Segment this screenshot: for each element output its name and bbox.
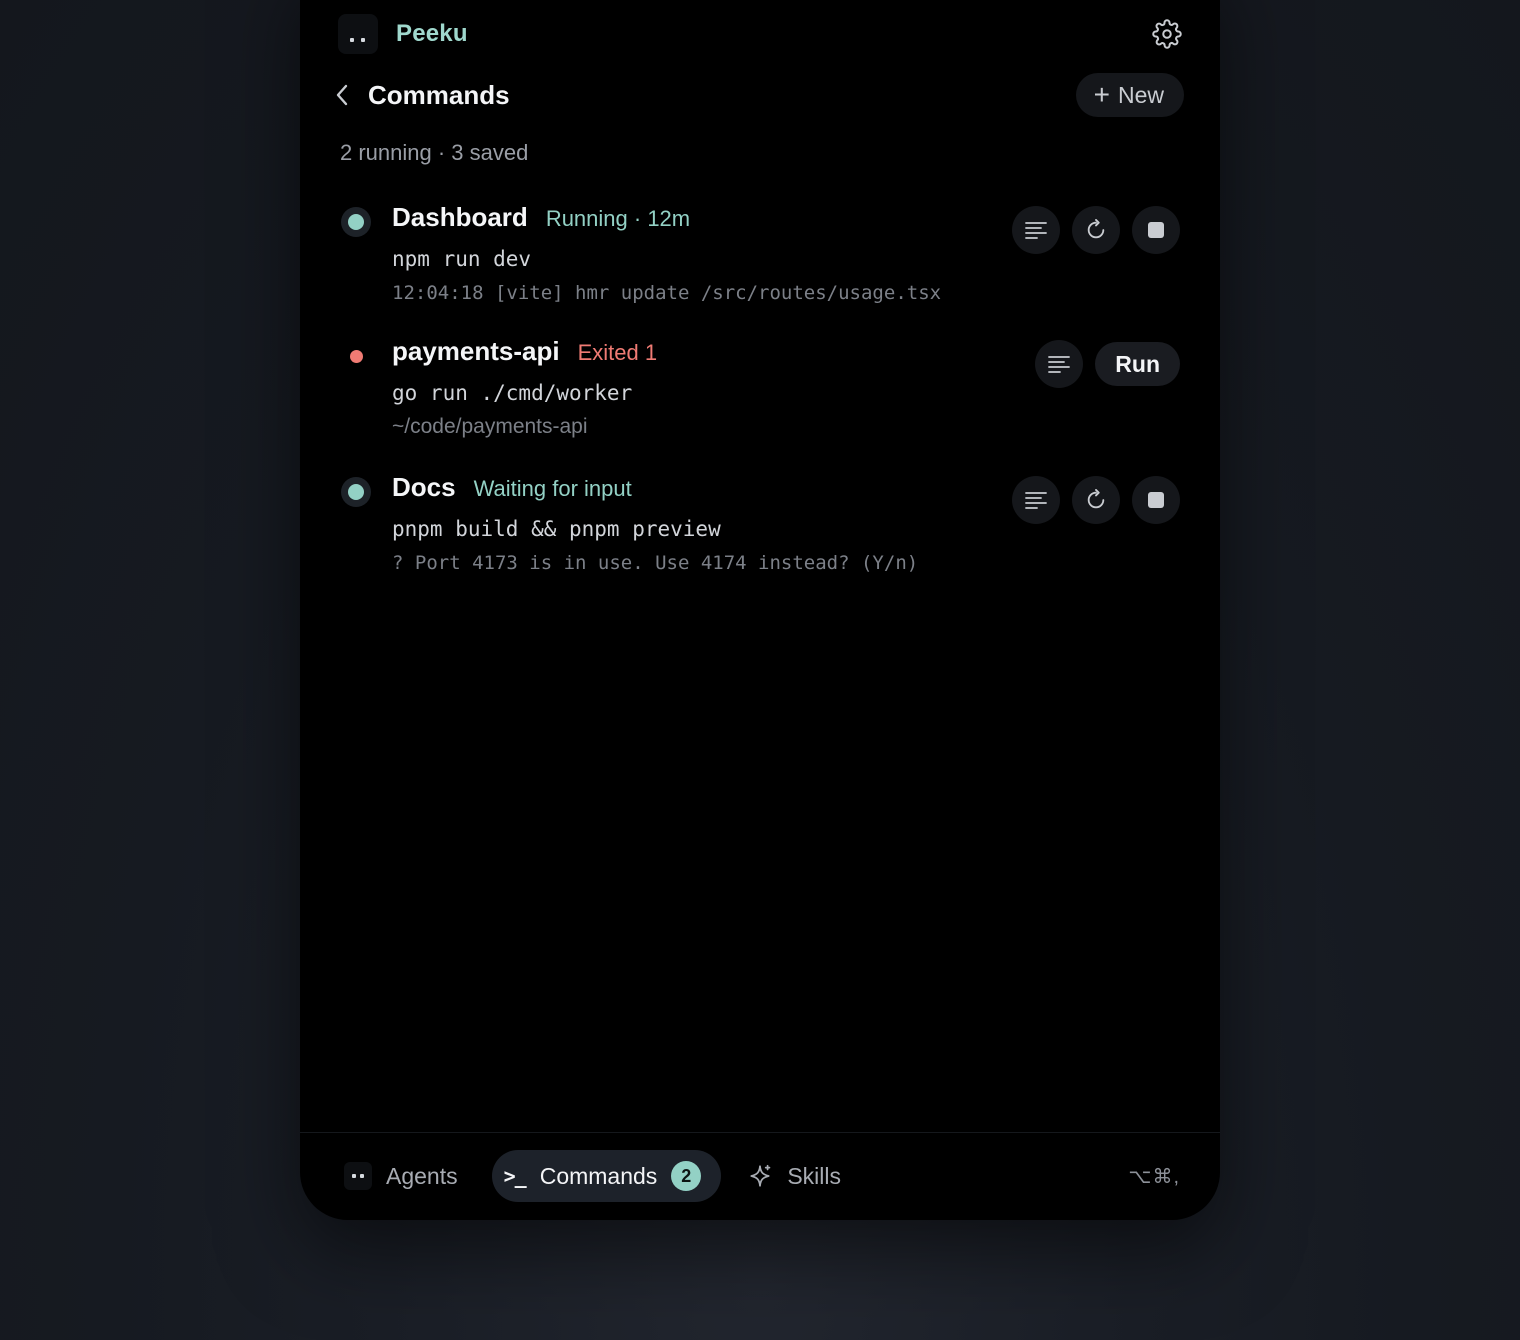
- command-body: Docs Waiting for input pnpm build && pnp…: [392, 472, 918, 578]
- plus-icon: +: [1093, 79, 1110, 110]
- nav-item-agents[interactable]: Agents: [332, 1150, 478, 1202]
- logo-eye-left: [350, 38, 354, 42]
- new-command-button[interactable]: + New: [1075, 73, 1184, 117]
- status-running-icon: [340, 206, 372, 238]
- command-actions: [1012, 206, 1180, 254]
- command-output: 12:04:18 [vite] hmr update /src/routes/u…: [392, 282, 942, 304]
- command-actions: [1012, 476, 1180, 524]
- run-button[interactable]: Run: [1095, 342, 1180, 386]
- bottom-divider: [300, 1132, 1220, 1133]
- stop-button[interactable]: [1132, 476, 1180, 524]
- terminal-prompt-icon: >_: [503, 1164, 527, 1188]
- page-title: Commands: [368, 79, 510, 110]
- command-text: go run ./cmd/worker: [392, 381, 633, 405]
- command-status: Waiting for input: [473, 476, 632, 501]
- command-body: payments-api Exited 1 go run ./cmd/worke…: [392, 336, 657, 442]
- sparkle-icon: [750, 1164, 771, 1187]
- settings-button[interactable]: [1150, 17, 1184, 51]
- command-text: pnpm build && pnpm preview: [392, 517, 721, 541]
- restart-icon: [1087, 489, 1105, 509]
- command-name: payments-api: [392, 336, 560, 366]
- agents-face-icon: [344, 1162, 372, 1190]
- command-item-dashboard[interactable]: Dashboard Running · 12m npm run dev 12:0…: [340, 202, 1180, 322]
- new-button-label: New: [1117, 81, 1164, 108]
- app-name: Peeku: [396, 20, 468, 47]
- nav-item-label: Skills: [787, 1162, 841, 1189]
- command-output: ? Port 4173 is in use. Use 4174 instead?…: [392, 552, 919, 574]
- logo-eye-right: [361, 38, 365, 42]
- logs-icon: [1025, 492, 1047, 509]
- stop-icon: [1148, 492, 1164, 508]
- logs-button[interactable]: [1012, 476, 1060, 524]
- nav-item-label: Commands: [539, 1162, 658, 1189]
- stop-button[interactable]: [1132, 206, 1180, 254]
- command-body: Dashboard Running · 12m npm run dev 12:0…: [392, 202, 941, 308]
- status-exited-icon: [340, 340, 372, 372]
- command-status: Running · 12m: [545, 206, 691, 231]
- command-directory: ~/code/payments-api: [392, 415, 588, 438]
- command-item-payments-api[interactable]: payments-api Exited 1 go run ./cmd/worke…: [340, 336, 1180, 456]
- top-bar: Peeku: [338, 12, 1184, 56]
- restart-button[interactable]: [1072, 476, 1120, 524]
- chevron-left-icon: [336, 84, 348, 106]
- logs-button[interactable]: [1035, 340, 1084, 388]
- running-count-badge: 2: [671, 1161, 702, 1191]
- command-text: npm run dev: [392, 247, 532, 271]
- gear-icon: [1152, 19, 1182, 49]
- logs-icon: [1048, 356, 1071, 373]
- logs-icon: [1025, 222, 1047, 239]
- command-name: Docs: [392, 472, 456, 502]
- command-item-docs[interactable]: Docs Waiting for input pnpm build && pnp…: [340, 472, 1180, 592]
- command-status: Exited 1: [577, 340, 658, 365]
- command-actions: Run: [1035, 340, 1180, 388]
- page-header: Commands + New: [332, 72, 1184, 118]
- bottom-nav: Agents >_ Commands 2 Skills ⌥⌘,: [332, 1150, 1180, 1202]
- status-waiting-icon: [340, 476, 372, 508]
- commands-panel: Peeku Commands + New 2 running · 3 saved: [300, 0, 1220, 1220]
- nav-item-label: Agents: [386, 1162, 458, 1189]
- logs-button[interactable]: [1012, 206, 1060, 254]
- nav-item-skills[interactable]: Skills: [735, 1150, 861, 1202]
- settings-shortcut-hint: ⌥⌘,: [1128, 1165, 1180, 1188]
- nav-item-commands[interactable]: >_ Commands 2: [491, 1150, 722, 1202]
- restart-button[interactable]: [1072, 206, 1120, 254]
- commands-summary: 2 running · 3 saved: [340, 140, 529, 165]
- command-name: Dashboard: [392, 202, 528, 232]
- peeku-face-icon: [338, 14, 378, 54]
- stop-icon: [1148, 222, 1164, 238]
- back-button[interactable]: [332, 80, 354, 110]
- restart-icon: [1087, 219, 1105, 239]
